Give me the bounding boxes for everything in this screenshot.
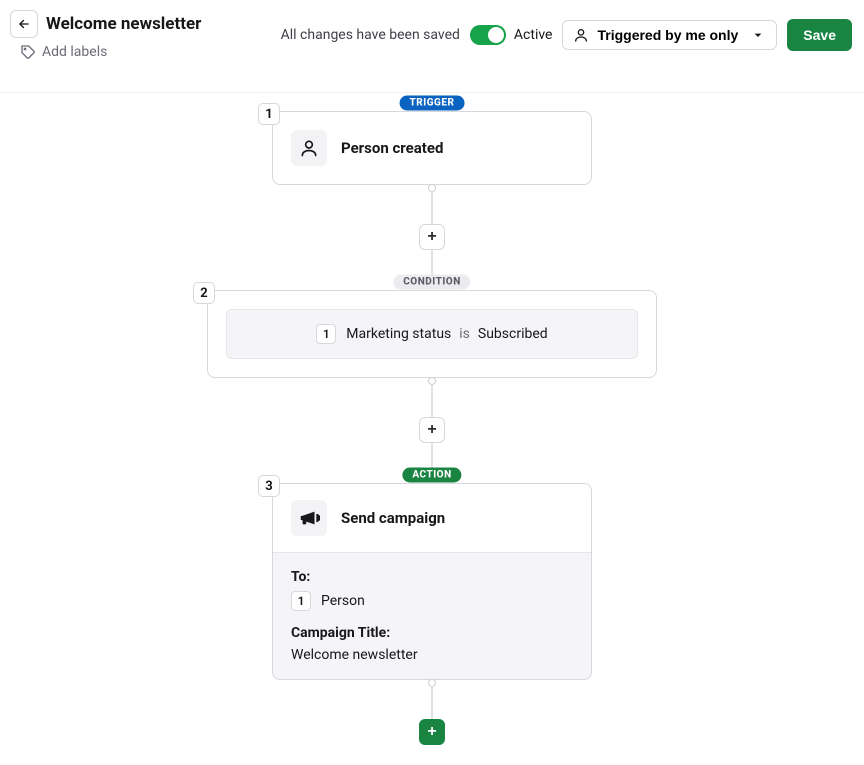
action-icon-box — [291, 500, 327, 536]
action-title-label: Campaign Title: — [291, 625, 573, 641]
condition-card[interactable]: 1 Marketing status is Subscribed — [207, 290, 657, 378]
step-number: 3 — [258, 475, 280, 497]
action-badge: ACTION — [402, 468, 461, 483]
trigger-step: 1 TRIGGER Person created — [272, 103, 592, 185]
segment-trigger: 1 TRIGGER Person created + — [272, 103, 592, 282]
trigger-icon-box — [291, 130, 327, 166]
connector-line — [431, 385, 433, 417]
tag-icon — [20, 44, 36, 60]
segment-action: 3 ACTION Send campaign To: 1 Person Camp… — [272, 475, 592, 745]
save-button[interactable]: Save — [787, 19, 852, 51]
add-step-button[interactable]: + — [419, 224, 445, 250]
action-title-value: Welcome newsletter — [291, 647, 573, 663]
scope-label: Triggered by me only — [597, 27, 738, 43]
connector-dot — [428, 184, 436, 192]
toggle-knob — [488, 27, 504, 43]
action-details: To: 1 Person Campaign Title: Welcome new… — [273, 552, 591, 679]
condition-rule: 1 Marketing status is Subscribed — [226, 309, 638, 359]
megaphone-icon — [298, 507, 320, 529]
rule-ref-number: 1 — [316, 324, 336, 344]
rule-value: Subscribed — [478, 326, 548, 342]
chevron-down-icon — [750, 27, 766, 43]
person-icon — [299, 138, 319, 158]
scope-dropdown[interactable]: Triggered by me only — [562, 20, 777, 50]
header-right: All changes have been saved Active Trigg… — [281, 19, 852, 51]
action-to-label: To: — [291, 569, 573, 585]
condition-badge: CONDITION — [393, 275, 470, 290]
connector-dot — [428, 377, 436, 385]
action-to-ref: 1 — [291, 591, 311, 611]
active-toggle[interactable] — [470, 25, 506, 45]
action-to-value: Person — [321, 593, 365, 609]
arrow-left-icon — [17, 16, 31, 32]
add-labels-text: Add labels — [42, 44, 107, 60]
add-step-button[interactable]: + — [419, 417, 445, 443]
add-step-final-button[interactable]: + — [419, 719, 445, 745]
connector-line — [431, 687, 433, 719]
page-title: Welcome newsletter — [46, 14, 201, 34]
person-icon — [573, 27, 589, 43]
step-number: 1 — [258, 103, 280, 125]
rule-operator: is — [457, 326, 472, 342]
header: Welcome newsletter Add labels All change… — [0, 0, 864, 70]
action-card[interactable]: Send campaign To: 1 Person Campaign Titl… — [272, 483, 592, 680]
back-button[interactable] — [10, 10, 38, 38]
trigger-card[interactable]: Person created — [272, 111, 592, 185]
rule-field: Marketing status — [346, 326, 451, 342]
workflow-canvas: 1 TRIGGER Person created + 2 CONDITION 1 — [0, 93, 864, 765]
header-left: Welcome newsletter Add labels — [10, 10, 201, 60]
segment-condition: 2 CONDITION 1 Marketing status is Subscr… — [207, 282, 657, 475]
title-row: Welcome newsletter — [10, 10, 201, 38]
action-step: 3 ACTION Send campaign To: 1 Person Camp… — [272, 475, 592, 680]
save-status: All changes have been saved — [281, 27, 460, 43]
add-labels-button[interactable]: Add labels — [10, 44, 201, 60]
active-label: Active — [514, 27, 553, 43]
connector-dot — [428, 679, 436, 687]
step-number: 2 — [193, 282, 215, 304]
trigger-badge: TRIGGER — [400, 96, 465, 111]
action-label: Send campaign — [341, 509, 445, 527]
condition-step: 2 CONDITION 1 Marketing status is Subscr… — [207, 282, 657, 378]
action-to-row: 1 Person — [291, 591, 573, 611]
trigger-label: Person created — [341, 139, 443, 157]
connector-line — [431, 192, 433, 224]
